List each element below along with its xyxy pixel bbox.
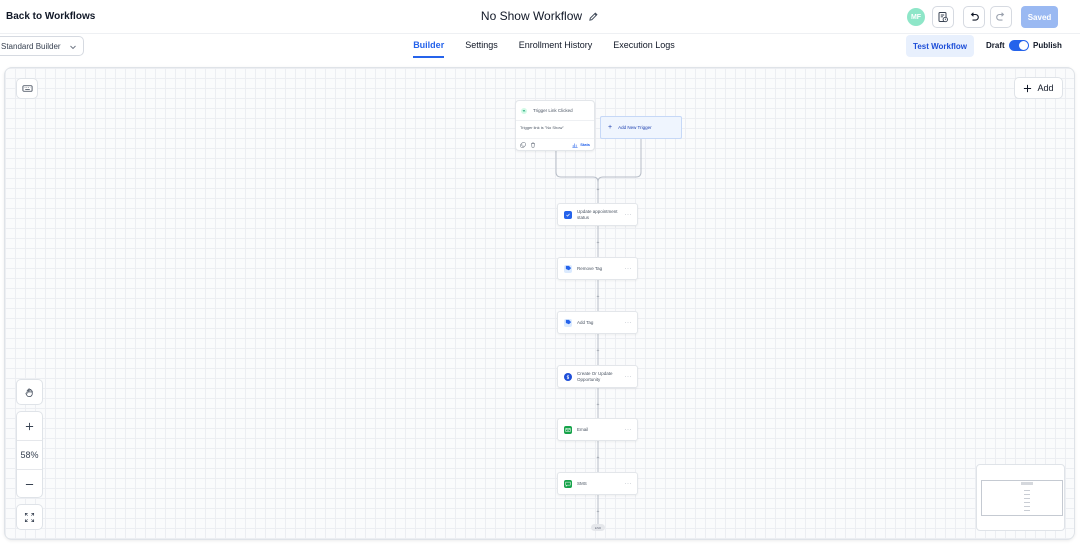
publish-label: Publish — [1033, 41, 1062, 50]
add-step-plus: + — [597, 455, 600, 461]
keyboard-shortcuts-button[interactable] — [16, 78, 38, 99]
action-node-sms[interactable]: SMS ··· — [557, 472, 638, 495]
undo-icon — [970, 12, 979, 21]
draft-label: Draft — [986, 41, 1005, 50]
link-click-icon — [521, 107, 527, 114]
minimap-node — [1024, 506, 1030, 507]
redo-icon — [996, 12, 1005, 21]
action-node-add-tag[interactable]: Add Tag ··· — [557, 311, 638, 334]
plus-icon — [25, 422, 34, 430]
trigger-footer: Stats — [516, 138, 594, 150]
minus-icon — [25, 484, 34, 485]
workflow-title[interactable]: No Show Workflow — [481, 9, 582, 23]
minimap-node — [1024, 490, 1030, 491]
minimap-node — [1024, 510, 1030, 511]
chat-icon — [564, 479, 572, 488]
plus-icon: + — [608, 124, 613, 131]
action-node-email[interactable]: Email ··· — [557, 418, 638, 441]
mail-icon — [564, 425, 572, 434]
zoom-out-button[interactable] — [17, 470, 42, 497]
minimap-viewport[interactable] — [981, 480, 1063, 516]
action-label: Update appointment status — [577, 209, 618, 220]
minimap-node — [1024, 494, 1030, 495]
action-label: Email — [577, 426, 589, 432]
zoom-level: 58% — [17, 441, 42, 470]
add-step-plus: + — [597, 187, 600, 193]
copy-icon[interactable] — [520, 142, 526, 148]
hand-icon — [25, 388, 33, 397]
calendar-check-icon — [564, 210, 572, 219]
minimap-node — [1024, 498, 1030, 499]
pencil-icon[interactable] — [588, 11, 599, 22]
tag-icon — [564, 318, 572, 327]
minimap[interactable] — [976, 464, 1065, 531]
add-new-trigger-label: Add New Trigger — [618, 125, 652, 130]
minimap-node — [1024, 502, 1030, 503]
action-node-update-appointment-status[interactable]: Update appointment status ··· — [557, 203, 638, 226]
fit-screen-icon — [24, 512, 35, 522]
minimap-trigger — [1021, 482, 1033, 485]
add-step-plus: + — [597, 348, 600, 354]
trigger-stats-label: Stats — [580, 142, 590, 147]
trigger-connector — [555, 151, 599, 203]
tab-settings[interactable]: Settings — [465, 40, 498, 58]
version-history-button[interactable] — [932, 6, 954, 28]
top-bar: Back to Workflows No Show Workflow MF Sa… — [0, 0, 1080, 34]
publish-toggle[interactable] — [1009, 40, 1029, 51]
keyboard-icon — [22, 85, 32, 92]
add-element-label: Add — [1037, 83, 1054, 93]
tab-builder[interactable]: Builder — [413, 40, 445, 58]
add-step-plus: + — [597, 294, 600, 300]
avatar[interactable]: MF — [907, 8, 925, 26]
trash-icon[interactable] — [530, 142, 536, 148]
trigger-node[interactable]: Trigger Link Clicked Trigger link is "No… — [515, 100, 595, 151]
pan-mode-button[interactable] — [16, 379, 43, 405]
tab-enrollment-history[interactable]: Enrollment History — [519, 40, 593, 58]
fit-view-button[interactable] — [16, 504, 43, 530]
more-options-icon[interactable]: ··· — [625, 212, 633, 218]
tab-execution-logs[interactable]: Execution Logs — [613, 40, 675, 58]
more-options-icon[interactable]: ··· — [625, 320, 633, 326]
action-label: Add Tag — [577, 319, 594, 325]
tag-icon — [564, 264, 572, 273]
add-step-plus: + — [597, 240, 600, 246]
sub-bar: Standard Builder Builder Settings Enroll… — [0, 34, 1080, 62]
undo-button[interactable] — [963, 6, 985, 28]
saved-button[interactable]: Saved — [1021, 6, 1058, 28]
more-options-icon[interactable]: ··· — [625, 266, 633, 272]
add-step-plus: + — [597, 509, 600, 515]
test-workflow-button[interactable]: Test Workflow — [906, 35, 974, 57]
trigger-title: Trigger Link Clicked — [533, 108, 573, 113]
zoom-controls: 58% — [16, 411, 43, 498]
workflow-canvas[interactable]: + + + + + + + Add Trigger Link Clicked T… — [4, 67, 1075, 540]
dollar-icon — [564, 372, 572, 381]
new-trigger-connector — [597, 139, 642, 183]
action-label: SMS — [577, 480, 587, 486]
trigger-header: Trigger Link Clicked — [516, 101, 594, 121]
end-node: END — [591, 524, 605, 531]
add-element-button[interactable]: Add — [1014, 77, 1063, 99]
more-options-icon[interactable]: ··· — [625, 374, 633, 380]
action-node-remove-tag[interactable]: Remove Tag ··· — [557, 257, 638, 280]
action-label: Create Or Update Opportunity — [577, 371, 613, 382]
zoom-in-button[interactable] — [17, 412, 42, 441]
more-options-icon[interactable]: ··· — [625, 481, 633, 487]
more-options-icon[interactable]: ··· — [625, 427, 633, 433]
action-node-create-or-update-opportunity[interactable]: Create Or Update Opportunity ··· — [557, 365, 638, 388]
bar-chart-icon — [572, 143, 578, 148]
trigger-stats-link[interactable]: Stats — [572, 142, 590, 148]
trigger-filter: Trigger link is "No Show" — [520, 125, 564, 130]
plus-icon — [1024, 84, 1032, 92]
document-history-icon — [938, 12, 948, 23]
add-step-plus: + — [597, 402, 600, 408]
action-label: Remove Tag — [577, 265, 603, 271]
redo-button[interactable] — [990, 6, 1012, 28]
add-new-trigger-button[interactable]: + Add New Trigger — [600, 116, 682, 139]
